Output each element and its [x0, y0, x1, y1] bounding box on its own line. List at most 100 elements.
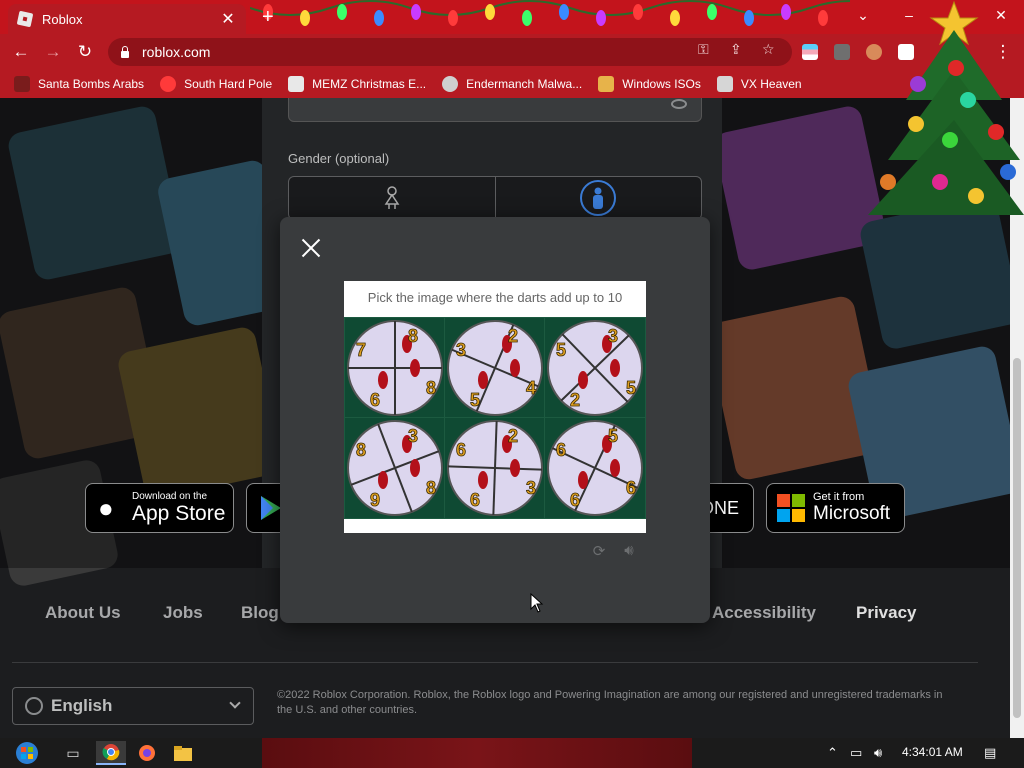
- language-selector[interactable]: English: [12, 687, 254, 725]
- reload-button[interactable]: ↻: [74, 42, 96, 62]
- tab-search-button[interactable]: ⌄: [840, 0, 886, 30]
- chevron-down-icon: [229, 697, 241, 709]
- female-icon: [384, 186, 400, 209]
- captcha-image-option[interactable]: 3 8 8 9: [344, 417, 446, 519]
- light-bulb: [670, 10, 680, 26]
- task-view-icon[interactable]: ▭: [58, 741, 88, 765]
- bookmark-item[interactable]: VX Heaven: [716, 76, 802, 92]
- dart-icon: [378, 371, 388, 389]
- microsoft-store-badge[interactable]: Get it from Microsoft: [766, 483, 905, 533]
- light-bulb: [596, 10, 606, 26]
- bookmark-label: MEMZ Christmas E...: [312, 77, 427, 91]
- extensions-puzzle-icon[interactable]: [898, 44, 914, 60]
- volume-icon[interactable]: 🔊︎: [874, 745, 882, 761]
- dart-number-label: 8: [408, 326, 418, 346]
- flag-extension-icon[interactable]: [802, 44, 818, 60]
- light-bulb: [818, 10, 828, 26]
- bookmark-label: South Hard Pole: [184, 77, 273, 91]
- start-button[interactable]: [10, 741, 44, 765]
- profile-extension-icon[interactable]: [866, 44, 882, 60]
- dart-icon: [410, 459, 420, 477]
- male-icon: [580, 180, 617, 216]
- footer-link-accessibility[interactable]: Accessibility: [712, 603, 816, 623]
- dart-number-label: 4: [526, 378, 536, 398]
- ms-big-text: Microsoft: [813, 503, 891, 524]
- tray-overflow-chevron-icon[interactable]: ⌃: [827, 745, 838, 761]
- microsoft-icon: [777, 494, 805, 522]
- dart-number-label: 2: [508, 426, 518, 446]
- bookmark-item[interactable]: Endermanch Malwa...: [442, 76, 582, 92]
- light-bulb: [448, 10, 458, 26]
- address-bar[interactable]: roblox.com: [108, 38, 792, 66]
- dartboard-image: 2 6 3 6: [447, 420, 543, 516]
- dart-icon: [610, 459, 620, 477]
- christmas-lights-decoration: [250, 0, 850, 26]
- action-center-icon[interactable]: ▤: [984, 745, 996, 761]
- light-bulb: [337, 4, 347, 20]
- captcha-tools: ⟳ 🔊︎: [590, 542, 638, 560]
- light-bulb: [300, 10, 310, 26]
- password-input[interactable]: [288, 98, 702, 122]
- footer-link-jobs[interactable]: Jobs: [163, 603, 203, 623]
- show-password-eye-icon[interactable]: [671, 99, 687, 109]
- dart-icon: [578, 371, 588, 389]
- network-icon[interactable]: ▭: [850, 745, 862, 761]
- taskbar-clock[interactable]: 4:34:01 AM: [902, 745, 963, 759]
- dartboard-image: 5 6 6 6: [547, 420, 643, 516]
- footer-link-privacy[interactable]: Privacy: [856, 603, 917, 623]
- app-store-big-text: App Store: [132, 501, 226, 525]
- captcha-image-option[interactable]: 8 7 8 6: [344, 317, 446, 419]
- back-button[interactable]: ←: [10, 42, 32, 62]
- tab-close-icon[interactable]: ✕: [220, 9, 236, 29]
- dart-number-label: 3: [456, 340, 466, 360]
- share-icon[interactable]: ⇪: [730, 41, 742, 58]
- captcha-image-option[interactable]: 3 5 5 2: [544, 317, 646, 419]
- chrome-taskbar-icon[interactable]: [96, 741, 126, 765]
- page-scrollbar[interactable]: [1010, 98, 1024, 738]
- close-window-button[interactable]: ✕: [978, 0, 1024, 30]
- captcha-image-option[interactable]: 2 3 4 5: [444, 317, 546, 419]
- light-bulb: [485, 4, 495, 20]
- gender-male-button[interactable]: [494, 177, 702, 219]
- copyright-text: ©2022 Roblox Corporation. Roblox, the Ro…: [277, 689, 943, 716]
- light-bulb: [781, 4, 791, 20]
- refresh-icon[interactable]: ⟳: [590, 542, 608, 560]
- app-store-small-text: Download on the: [132, 490, 208, 502]
- bookmark-item[interactable]: Santa Bombs Arabs: [14, 76, 144, 92]
- firefox-taskbar-icon[interactable]: [132, 741, 162, 765]
- forward-button[interactable]: →: [42, 42, 64, 62]
- new-tab-button[interactable]: +: [262, 7, 274, 27]
- captcha-image-option[interactable]: 2 6 3 6: [444, 417, 546, 519]
- light-bulb: [411, 4, 421, 20]
- footer-link-blog[interactable]: Blog: [241, 603, 279, 623]
- bookmark-item[interactable]: Windows ISOs: [598, 76, 701, 92]
- modal-close-icon[interactable]: [300, 237, 322, 259]
- bookmark-star-icon[interactable]: ☆: [762, 41, 775, 58]
- enderman-icon: [442, 76, 459, 92]
- tab-roblox[interactable]: Roblox ✕: [8, 4, 246, 34]
- dart-number-label: 6: [370, 390, 380, 410]
- captcha-image-option[interactable]: 5 6 6 6: [544, 417, 646, 519]
- bookmark-item[interactable]: MEMZ Christmas E...: [288, 76, 426, 92]
- tab-strip: Roblox ✕ + ⌄ – ✕: [0, 0, 1024, 34]
- scrollbar-thumb[interactable]: [1013, 358, 1021, 718]
- app-store-badge[interactable]: ● Download on the App Store: [85, 483, 234, 533]
- minimize-button[interactable]: –: [886, 0, 932, 30]
- footer-link-about-us[interactable]: About Us: [45, 603, 121, 623]
- gender-female-button[interactable]: [289, 177, 495, 219]
- audio-icon[interactable]: 🔊︎: [620, 542, 638, 560]
- bookmark-item[interactable]: South Hard Pole: [160, 76, 272, 92]
- s-extension-icon[interactable]: [834, 44, 850, 60]
- dart-number-label: 2: [570, 390, 580, 410]
- globe-icon: [25, 697, 43, 715]
- dart-icon: [378, 471, 388, 489]
- dart-number-label: 5: [556, 340, 566, 360]
- dart-number-label: 3: [608, 326, 618, 346]
- file-explorer-icon[interactable]: [168, 741, 198, 765]
- dartboard-image: 2 3 4 5: [447, 320, 543, 416]
- dart-number-label: 5: [608, 426, 618, 446]
- key-icon[interactable]: ⚿: [698, 41, 709, 58]
- dartboard-image: 8 7 8 6: [347, 320, 443, 416]
- dart-number-label: 2: [508, 326, 518, 346]
- chrome-menu-icon[interactable]: ⋮: [992, 42, 1014, 62]
